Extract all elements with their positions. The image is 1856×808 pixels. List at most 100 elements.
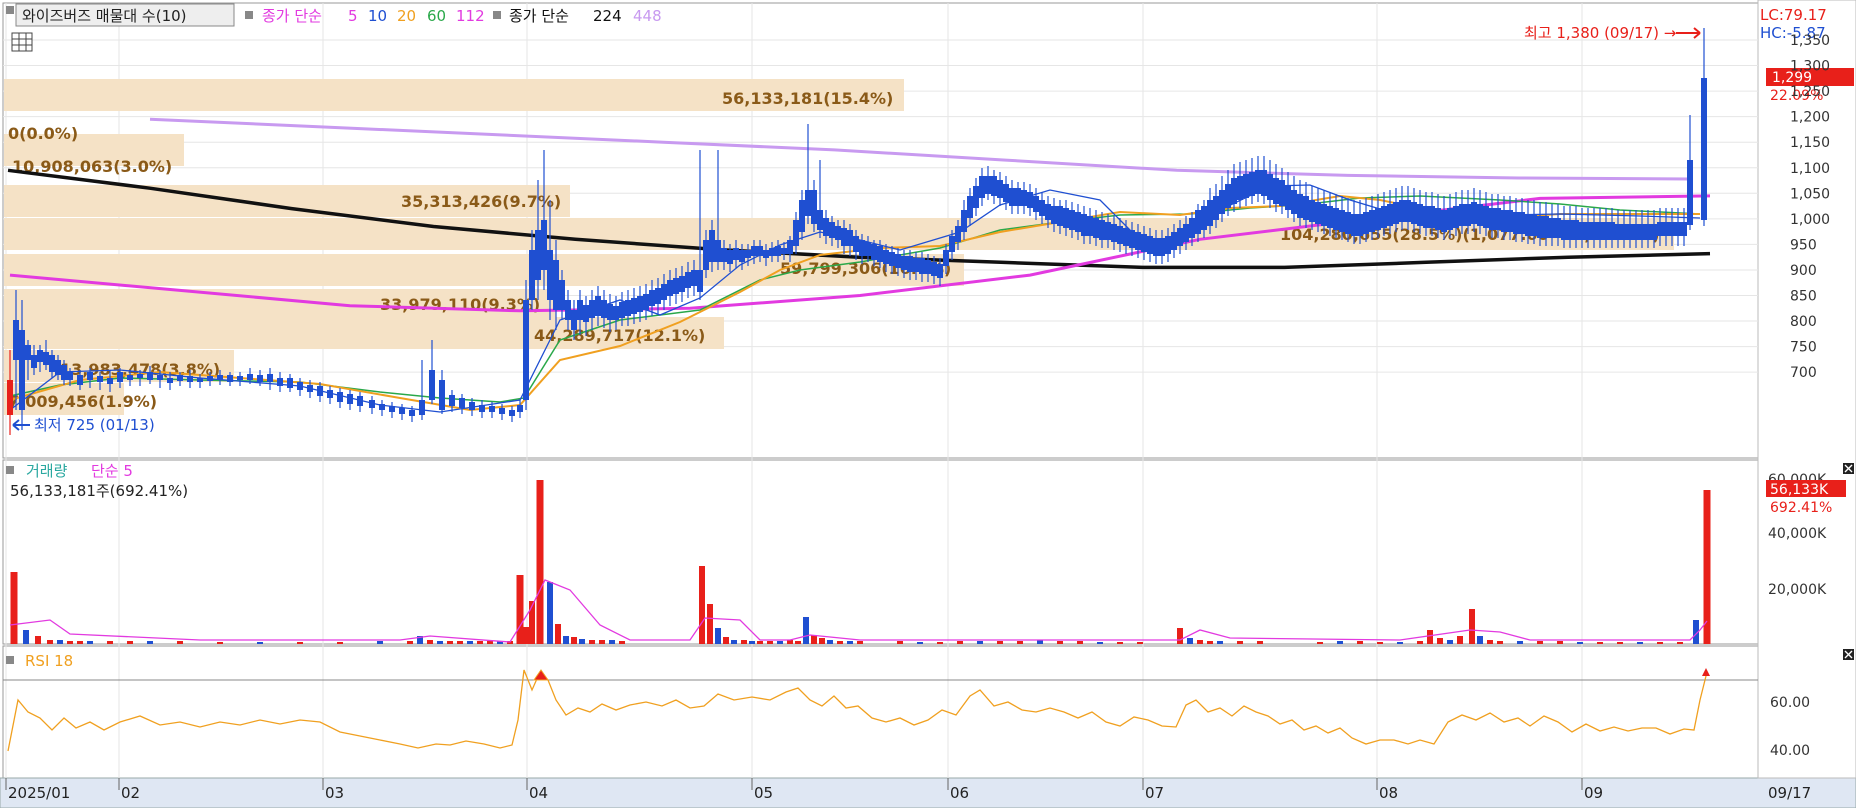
candle-body (1627, 224, 1633, 240)
candle-body (859, 240, 865, 256)
candle-body (841, 228, 847, 246)
last-volume-text: 56,133K (1770, 482, 1829, 498)
volume-panel-frame (2, 459, 1759, 645)
legend-marker-icon[interactable] (6, 656, 14, 664)
candle-body (1681, 222, 1687, 236)
candle-body (703, 240, 709, 270)
x-axis-last-date: 09/17 (1768, 784, 1811, 802)
candle-body (865, 242, 871, 256)
price-tick-label: 800 (1790, 314, 1817, 330)
candle-body (1609, 222, 1615, 240)
candle-body (1417, 204, 1423, 226)
candle-body (1009, 188, 1015, 206)
candle-body (1663, 222, 1669, 236)
volume-bar (837, 641, 843, 644)
legend-marker-icon[interactable] (493, 11, 501, 19)
candle-body (1279, 180, 1285, 206)
price-tick-label: 1,350 (1790, 33, 1830, 49)
candle-body (1639, 224, 1645, 240)
candle-body (613, 306, 619, 320)
candle-body (1093, 218, 1099, 238)
candle-body (1075, 212, 1081, 232)
candle-body (67, 372, 73, 380)
candle-body (147, 372, 153, 380)
legend-marker-icon[interactable] (6, 466, 14, 474)
rsi-tick-60: 60.00 (1770, 695, 1810, 711)
volume-bar (757, 641, 763, 644)
volume-bar (1517, 641, 1523, 644)
candle-body (565, 300, 571, 320)
candle-body (87, 372, 93, 380)
volume-bar (715, 628, 721, 644)
candle-body (1063, 208, 1069, 228)
volume-bar (1187, 638, 1193, 644)
candle-body (829, 222, 835, 238)
candle-body (1495, 208, 1501, 230)
candle-body (721, 248, 727, 262)
volume-bar (977, 641, 983, 644)
candle-body (943, 250, 949, 266)
candle-body (847, 230, 853, 246)
candle-body (1621, 224, 1627, 240)
candle-body (895, 254, 901, 268)
volume-close-icon[interactable] (1843, 463, 1854, 474)
legend-marker-icon[interactable] (6, 6, 14, 14)
volume-bar (811, 635, 817, 644)
candle-body (1027, 192, 1033, 208)
volume-bar (1457, 636, 1463, 644)
candle-body (1201, 206, 1207, 230)
candle-body (1087, 216, 1093, 236)
candle-body (1021, 190, 1027, 206)
candle-body (799, 200, 805, 232)
stock-chart: 56,133,181(15.4%)0(0.0%)10,908,063(3.0%)… (0, 0, 1856, 808)
volume-bar (917, 642, 923, 644)
candle-body (1147, 236, 1153, 254)
table-view-icon[interactable] (11, 32, 33, 52)
volume-bar (217, 642, 223, 644)
volume-bar (1177, 628, 1183, 644)
candle-body (1489, 208, 1495, 230)
x-axis-label: 06 (950, 784, 969, 802)
candle-body (973, 186, 979, 208)
x-axis-label: 08 (1379, 784, 1398, 802)
candle-body (167, 378, 173, 383)
candle-body (739, 250, 745, 262)
candle-body (757, 246, 763, 256)
volume-bar (1703, 490, 1711, 644)
candle-body (541, 220, 547, 270)
volume-ma-label: 단순 5 (91, 462, 133, 480)
candle-body (1189, 218, 1195, 238)
candle-body (297, 382, 303, 390)
candle-body (1399, 200, 1405, 222)
volume-bar (1017, 641, 1023, 644)
candle-body (1177, 228, 1183, 246)
candle-body (97, 376, 103, 382)
rsi-close-icon[interactable] (1843, 649, 1854, 660)
candle-body (655, 288, 661, 304)
volume-bar (547, 582, 553, 644)
candle-body (277, 378, 283, 386)
volume-bar (1117, 642, 1123, 644)
low-annotation: 최저 725 (01/13) (34, 416, 155, 434)
candle-body (347, 394, 353, 404)
candle-body (883, 250, 889, 264)
candle-body (1669, 222, 1675, 236)
price-tick-label: 1,050 (1790, 186, 1830, 202)
volume-bar (857, 641, 863, 644)
candle-body (207, 376, 213, 381)
legend-marker-icon[interactable] (245, 11, 253, 19)
rsi-title: RSI 18 (25, 652, 73, 670)
candle-body (429, 370, 435, 400)
candle-body (1363, 212, 1369, 234)
candle-body (1513, 212, 1519, 234)
candle-body (667, 280, 673, 296)
candle-body (1285, 186, 1291, 210)
x-axis-label: 05 (754, 784, 773, 802)
candle-body (1237, 176, 1243, 200)
volume-bar (563, 636, 569, 644)
candle-body (697, 270, 703, 292)
candle-body (1297, 194, 1303, 218)
volume-bar (1137, 642, 1143, 644)
last-volume-ratio: 692.41% (1770, 500, 1832, 516)
lc-label: LC:79.17 (1760, 6, 1827, 24)
